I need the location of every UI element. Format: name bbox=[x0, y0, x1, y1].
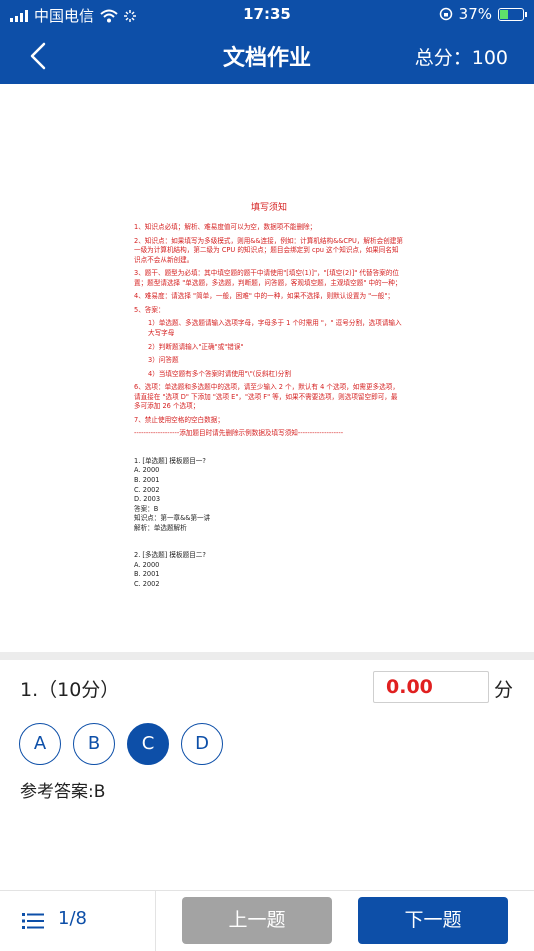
option-d-button[interactable]: D bbox=[181, 723, 223, 765]
rule-7: 7、禁止使用空格的空白数据； bbox=[134, 415, 224, 424]
nav-bar: 文档作业 总分：100 bbox=[0, 30, 534, 80]
score-input[interactable]: 0.00 bbox=[373, 671, 489, 703]
document-content: 填写须知 1、知识点必填；解析、难易度值可以为空，数据项不能删除； 2、知识点：… bbox=[134, 202, 404, 589]
rule-4: 4、难易度：请选择 "简单，一般，困难" 中的一种，如果不选择，则默认设置为 "… bbox=[134, 292, 394, 301]
status-bar: 中国电信 17:35 37% bbox=[0, 0, 534, 28]
list-icon[interactable] bbox=[22, 913, 44, 929]
battery-percent: 37% bbox=[458, 5, 492, 23]
reference-answer: 参考答案:B bbox=[20, 782, 106, 802]
sample-question-2: 2. [多选题] 模板题目二? A. 2000 B. 2001 C. 2002 bbox=[134, 551, 404, 589]
option-line: A. 2000 bbox=[134, 560, 160, 569]
option-line: C. 2002 bbox=[134, 579, 160, 588]
rule-3: 3、题干、题型为必填：其中填空题的题干中请使用"[填空(1)]"，"[填空(2)… bbox=[134, 269, 402, 287]
rule-6: 6、选项：单选题和多选题中的选项，请至少输入 2 个，默认有 4 个选项，如需更… bbox=[134, 383, 399, 411]
footer-separator bbox=[155, 891, 156, 951]
section-divider bbox=[0, 652, 534, 660]
app-header: 中国电信 17:35 37% 文档作业 总分：100 bbox=[0, 0, 534, 84]
battery-icon bbox=[498, 7, 527, 21]
status-right: 37% bbox=[439, 5, 527, 23]
option-a-button[interactable]: A bbox=[19, 723, 61, 765]
next-question-button[interactable]: 下一题 bbox=[358, 897, 508, 944]
question-stem: 1. [单选题] 模板题目一? bbox=[134, 456, 206, 465]
separator-note: -------------------添加题目时请先删除示例数据及填写须知---… bbox=[134, 429, 344, 438]
option-line: B. 2001 bbox=[134, 475, 160, 484]
knowledge-line: 知识点：第一章&&第一讲 bbox=[134, 514, 211, 523]
analysis-line: 解析：单选题解析 bbox=[134, 523, 187, 532]
total-score: 总分：100 bbox=[414, 47, 508, 69]
answer-rule-3: 3）问答题 bbox=[148, 356, 179, 365]
answer-line: 答案：B bbox=[134, 504, 159, 513]
answer-rule-1: 1）单选题、多选题请输入选项字母，字母多于 1 个时需用 "，" 逗号分割，选项… bbox=[148, 319, 402, 337]
orientation-lock-icon bbox=[439, 7, 452, 21]
option-line: C. 2002 bbox=[134, 485, 160, 494]
rule-5: 5、答案： bbox=[134, 305, 165, 314]
document-preview: 填写须知 1、知识点必填；解析、难易度值可以为空，数据项不能删除； 2、知识点：… bbox=[0, 84, 534, 652]
question-label: 1.（10分） bbox=[20, 679, 120, 701]
bottom-bar: 1/8 上一题 下一题 bbox=[0, 890, 534, 951]
option-line: B. 2001 bbox=[134, 570, 160, 579]
option-line: A. 2000 bbox=[134, 466, 160, 475]
answer-rule-4: 4）当填空题有多个答案时请使用"\"(反斜杠)分割 bbox=[148, 369, 291, 378]
answer-rule-2: 2）判断题请输入"正确"或"错误" bbox=[148, 342, 244, 351]
question-stem: 2. [多选题] 模板题目二? bbox=[134, 551, 206, 560]
score-unit: 分 bbox=[494, 679, 514, 701]
option-b-button[interactable]: B bbox=[73, 723, 115, 765]
rule-1: 1、知识点必填；解析、难易度值可以为空，数据项不能删除； bbox=[134, 223, 317, 232]
document-title: 填写须知 bbox=[250, 203, 287, 213]
page-indicator[interactable]: 1/8 bbox=[58, 908, 87, 929]
sample-question-1: 1. [单选题] 模板题目一? A. 2000 B. 2001 C. 2002 … bbox=[134, 457, 404, 533]
rule-2: 2、知识点：如果填写为多级模式，则用&&连接，例如：计算机结构&&CPU，解析会… bbox=[134, 236, 403, 264]
option-line: D. 2003 bbox=[134, 495, 161, 504]
prev-question-button[interactable]: 上一题 bbox=[182, 897, 332, 944]
option-c-button[interactable]: C bbox=[127, 723, 169, 765]
